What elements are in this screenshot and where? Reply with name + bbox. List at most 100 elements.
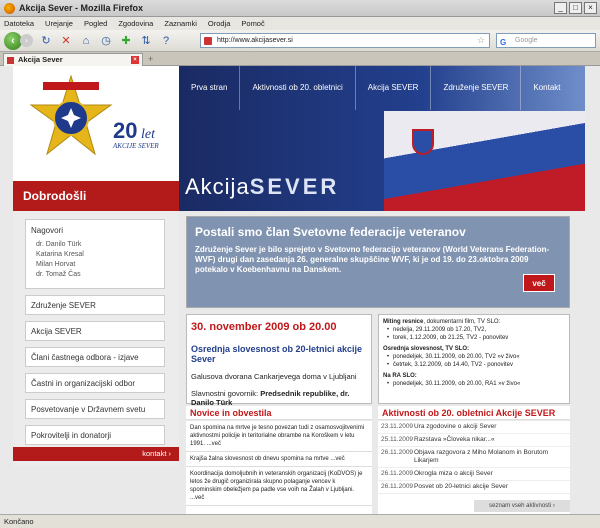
site-favicon (204, 37, 212, 45)
url-bar[interactable]: http://www.akcijasever.si ☆ (200, 33, 490, 48)
menu-view[interactable]: Pogled (84, 19, 107, 28)
menu-help[interactable]: Pomoč (241, 19, 264, 28)
nav-kontakt[interactable]: Kontakt (521, 66, 572, 110)
sidebar-subitem-turk[interactable]: dr. Danilo Türk (31, 240, 159, 250)
news-heading: Novice in obvestila (186, 406, 372, 420)
sidebar-subitem-horvat[interactable]: Milan Horvat (31, 260, 159, 270)
logo-graphic: Združenje 20 let AKCIJE SEVER (29, 74, 159, 156)
nav-zdruzenje-sever[interactable]: Združenje SEVER (431, 66, 522, 110)
news-item[interactable]: Dan spomina na mrtve je tesno povezan tu… (186, 421, 372, 452)
close-button[interactable]: × (584, 2, 597, 14)
header-title-sever: SEVER (249, 174, 340, 199)
activity-text: Objava razgovora z Miho Molanom in Borut… (414, 449, 549, 464)
menu-tools[interactable]: Orodja (208, 19, 231, 28)
nav-home[interactable]: Prva stran (179, 66, 241, 110)
activity-text: Ura zgodovine o akciji Sever (414, 423, 497, 430)
header-title: AkcijaSEVER (185, 174, 339, 200)
activity-text: Posvet ob 20-letnici akcije Sever (414, 483, 508, 490)
event-speaker-label: Slavnostni govornik: (191, 389, 259, 398)
activity-date: 23.11.2009 (381, 423, 414, 430)
list-item: torek, 1.12.2009, ob 21.25, TV2 - ponovi… (383, 334, 565, 342)
bookmark-add-icon[interactable]: ✚ (119, 34, 133, 48)
url-text: http://www.akcijasever.si (217, 37, 293, 44)
tab-close-icon[interactable]: × (131, 56, 139, 64)
slovenian-flag-image (384, 111, 585, 211)
activity-row[interactable]: 26.11.2009 Objava razgovora z Miho Molano… (378, 447, 570, 468)
all-activities-button[interactable]: seznam vseh aktivnosti › (474, 500, 570, 512)
minimize-button[interactable]: _ (554, 2, 567, 14)
featured-text: Združenje Sever je bilo sprejeto v Sveto… (195, 245, 550, 274)
list-item: četrtek, 3.12.2009, ob 14.40, TV2 - pono… (383, 361, 565, 369)
activity-date: 26.11.2009 (381, 483, 414, 490)
tv-heading-3-text: Na RA SLO: (383, 373, 417, 379)
history-icon[interactable]: ◷ (99, 34, 113, 48)
help-icon[interactable]: ? (159, 34, 173, 48)
event-location: Galusova dvorana Cankarjevega doma v Lju… (191, 372, 357, 381)
home-icon[interactable]: ⌂ (79, 34, 93, 48)
activity-date: 26.11.2009 (381, 470, 414, 477)
tv-heading-2-text: Osrednja slovesnost, TV SLO: (383, 346, 470, 352)
event-date: 30. november 2009 ob 20.00 (191, 321, 337, 333)
sidebar-subitem-cas[interactable]: dr. Tomaž Čas (31, 270, 159, 280)
activities-heading: Aktivnosti ob 20. obletnici Akcije SEVER (378, 406, 570, 420)
search-input[interactable]: G Google (496, 33, 596, 48)
nav-anniversary-activities[interactable]: Aktivnosti ob 20. obletnici (240, 66, 356, 110)
list-item: nedelja, 29.11.2009 ob 17.20, TV2, (383, 326, 565, 334)
stop-icon[interactable]: ✕ (59, 34, 73, 48)
status-bar: Končano (0, 514, 600, 528)
kontakt-link[interactable]: kontakt › (13, 447, 179, 461)
sidebar-item-pokrovitelji[interactable]: Pokrovitelji in donatorji (25, 425, 165, 445)
featured-article: Postali smo član Svetovne federacije vet… (186, 216, 570, 308)
list-item: ponedeljek, 30.11.2009, ob 20.00, TV2 »v… (383, 353, 565, 361)
maximize-button[interactable]: □ (569, 2, 582, 14)
list-item: ponedeljek, 30.11.2009, ob 20.00, RA1 »v… (383, 380, 565, 388)
site-header: Prva stran Aktivnosti ob 20. obletnici A… (179, 66, 585, 211)
page-viewport: Združenje 20 let AKCIJE SEVER Prva stran… (0, 66, 600, 514)
read-more-button[interactable]: več (523, 274, 555, 292)
menu-history[interactable]: Zgodovina (118, 19, 153, 28)
google-icon: G (500, 38, 507, 47)
menu-bookmarks[interactable]: Zaznamki (164, 19, 197, 28)
activity-date: 26.11.2009 (381, 449, 414, 456)
reload-icon[interactable]: ↻ (39, 34, 53, 48)
event-box: 30. november 2009 ob 20.00 Osrednja slov… (186, 314, 372, 407)
logo-banner: Združenje (75, 76, 102, 82)
activity-row[interactable]: 23.11.2009 Ura zgodovine o akciji Sever (378, 421, 570, 434)
activity-row[interactable]: 26.11.2009 Okrogla miza o akciji Sever (378, 468, 570, 481)
new-tab-icon[interactable]: + (148, 54, 153, 64)
featured-title[interactable]: Postali smo član Svetovne federacije vet… (195, 225, 561, 239)
star-icon[interactable]: ☆ (477, 34, 485, 47)
menu-bar: Datoteka Urejanje Pogled Zgodovina Zazna… (0, 17, 600, 30)
network-icon[interactable]: ⇅ (139, 34, 153, 48)
tv-heading-1: Miting resnice, dokumentarni film, TV SL… (383, 318, 565, 326)
logo-subtitle: AKCIJE SEVER (112, 142, 159, 150)
sidebar-item-nagovori[interactable]: Nagovori (31, 226, 159, 235)
activity-text: Razstava »Človeka nikar...« (414, 436, 495, 443)
sidebar-item-akcija[interactable]: Akcija SEVER (25, 321, 165, 341)
sidebar-item-clani[interactable]: Člani častnega odbora - izjave (25, 347, 165, 367)
forward-button[interactable]: › (20, 34, 33, 47)
menu-file[interactable]: Datoteka (4, 19, 34, 28)
broadcast-schedule: Miting resnice, dokumentarni film, TV SL… (378, 314, 570, 404)
sidebar-subitem-kresal[interactable]: Katarina Kresal (31, 250, 159, 260)
activity-row[interactable]: 25.11.2009 Razstava »Človeka nikar...« (378, 434, 570, 447)
site-logo[interactable]: Združenje 20 let AKCIJE SEVER (13, 66, 179, 181)
news-item[interactable]: Koordinacija domoljubnih in veteranskih … (186, 467, 372, 506)
logo-years: 20 (113, 118, 137, 143)
tab-akcija-sever[interactable]: Akcija Sever × (3, 53, 143, 66)
window-titlebar: Akcija Sever - Mozilla Firefox _ □ × (0, 0, 600, 17)
tv-heading-2: Osrednja slovesnost, TV SLO: (383, 345, 565, 353)
sidebar-item-odbor[interactable]: Častni in organizacijski odbor (25, 373, 165, 393)
nav-akcija-sever[interactable]: Akcija SEVER (356, 66, 432, 110)
sidebar-item-posvetovanje[interactable]: Posvetovanje v Državnem svetu (25, 399, 165, 419)
welcome-heading: Dobrodošli (13, 181, 179, 211)
tv-heading-3: Na RA SLO: (383, 372, 565, 380)
activity-row[interactable]: 26.11.2009 Posvet ob 20-letnici akcije Se… (378, 481, 570, 494)
menu-edit[interactable]: Urejanje (45, 19, 73, 28)
sidebar-item-zdruzenje[interactable]: Združenje SEVER (25, 295, 165, 315)
news-item[interactable]: Krajša žalna slovesnost ob dnevu spomina… (186, 452, 372, 467)
tab-favicon (7, 57, 14, 64)
tv-heading-1-rest: , dokumentarni film, TV SLO: (423, 319, 501, 325)
news-list: Dan spomina na mrtve je tesno povezan tu… (186, 421, 372, 514)
event-title[interactable]: Osrednja slovesnost ob 20-letnici akcije… (191, 344, 367, 364)
